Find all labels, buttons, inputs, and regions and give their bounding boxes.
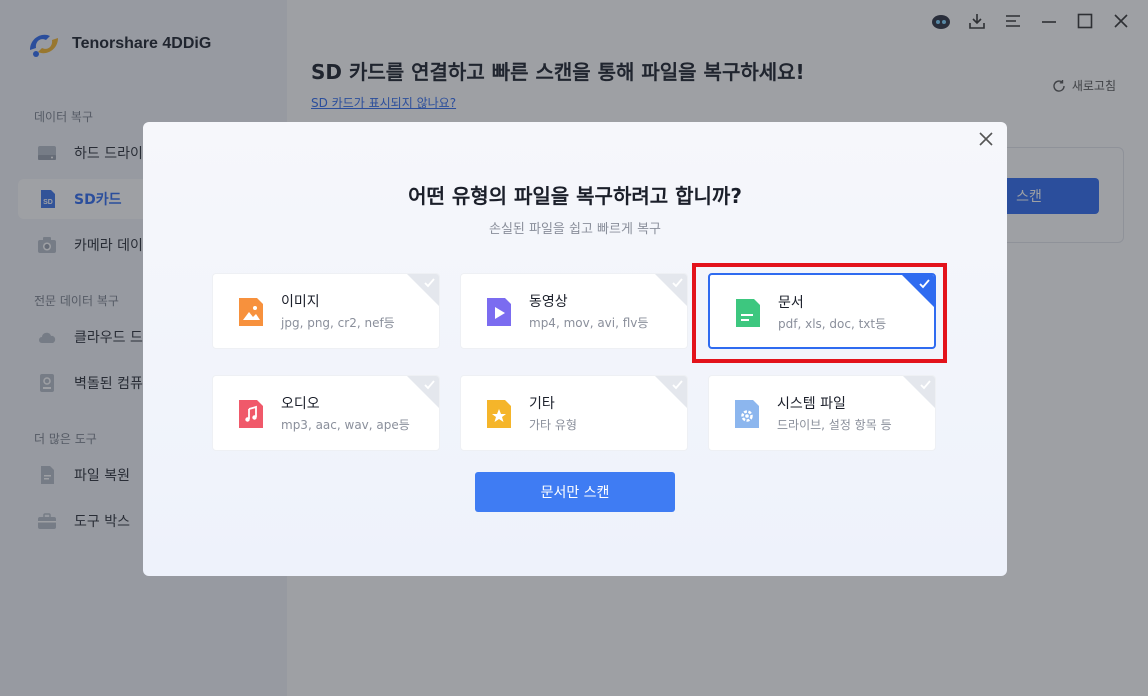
video-icon (487, 298, 511, 326)
file-type-card-video[interactable]: 동영상 mp4, mov, avi, flv등 (460, 273, 688, 349)
checkmark-corner-icon (655, 274, 687, 306)
file-type-desc: mp4, mov, avi, flv등 (529, 316, 649, 330)
file-type-label: 동영상 (529, 294, 568, 310)
checkmark-corner-icon (655, 376, 687, 408)
file-type-label: 시스템 파일 (777, 396, 846, 412)
file-type-desc: jpg, png, cr2, nef등 (281, 316, 395, 330)
file-type-desc: mp3, aac, wav, ape등 (281, 418, 410, 432)
dialog-close-button[interactable] (975, 128, 997, 150)
file-type-card-image[interactable]: 이미지 jpg, png, cr2, nef등 (212, 273, 440, 349)
file-type-desc: 드라이브, 설정 항목 등 (777, 418, 892, 432)
file-type-card-audio[interactable]: 오디오 mp3, aac, wav, ape등 (212, 375, 440, 451)
file-type-card-other[interactable]: 기타 가타 유형 (460, 375, 688, 451)
file-type-card-system[interactable]: 시스템 파일 드라이브, 설정 항목 등 (708, 375, 936, 451)
system-file-icon (735, 400, 759, 428)
dialog-subtitle: 손실된 파일을 쉽고 빠르게 복구 (488, 222, 661, 237)
scan-documents-button[interactable]: 문서만 스캔 (475, 472, 675, 512)
file-type-label: 이미지 (281, 294, 320, 310)
file-type-label: 오디오 (281, 396, 320, 412)
close-icon (979, 132, 993, 146)
audio-icon (239, 400, 263, 428)
file-type-label: 기타 (529, 396, 555, 412)
image-icon (239, 298, 263, 326)
dialog-title: 어떤 유형의 파일을 복구하려고 합니까? (408, 184, 742, 208)
checkmark-corner-icon (407, 376, 439, 408)
file-type-desc: 가타 유형 (529, 418, 577, 432)
selection-highlight-box (692, 263, 947, 363)
star-file-icon (487, 400, 511, 428)
checkmark-corner-icon (407, 274, 439, 306)
checkmark-corner-icon (903, 376, 935, 408)
